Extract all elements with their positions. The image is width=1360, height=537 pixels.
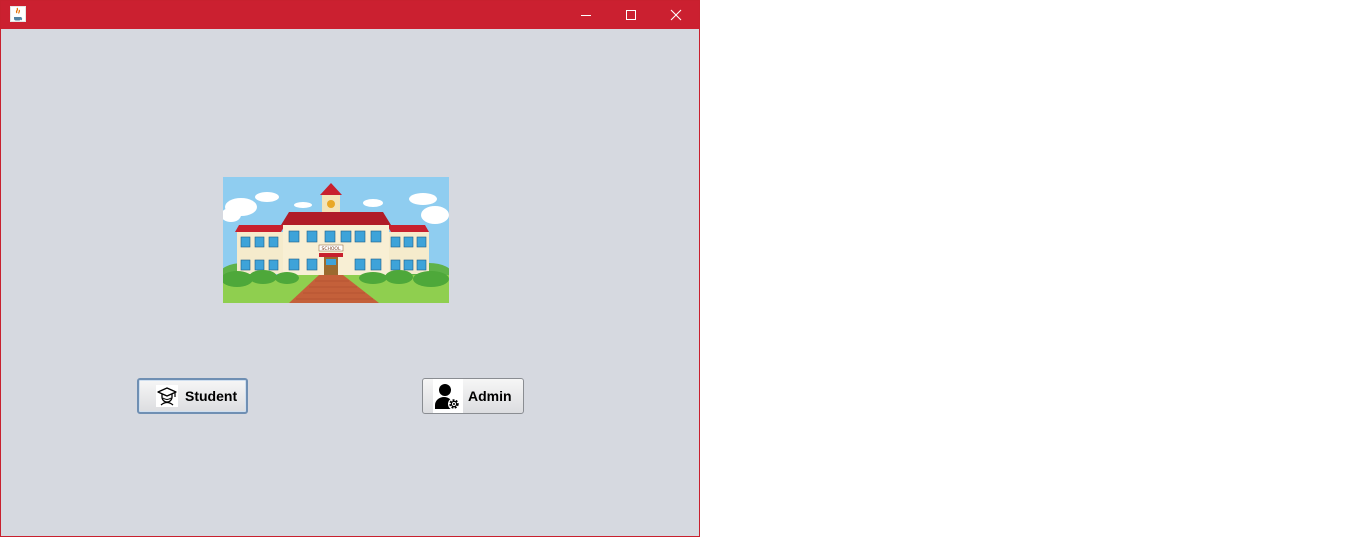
admin-user-gear-icon — [433, 379, 463, 413]
minimize-button[interactable] — [563, 1, 609, 29]
maximize-icon — [626, 10, 636, 20]
student-button[interactable]: Student — [137, 378, 248, 414]
school-sign-text: SCHOOL — [322, 246, 341, 252]
content-panel: SCHOOL Student Admin — [1, 29, 699, 536]
maximize-button[interactable] — [608, 1, 654, 29]
admin-button-label: Admin — [468, 388, 512, 404]
close-button[interactable] — [653, 1, 699, 29]
graduate-icon — [155, 384, 179, 408]
app-window: SCHOOL Student Admin — [0, 0, 700, 537]
close-icon — [670, 9, 682, 21]
minimize-icon — [581, 15, 591, 16]
student-button-label: Student — [185, 388, 238, 404]
java-app-icon — [10, 6, 26, 22]
title-bar[interactable] — [1, 1, 699, 29]
admin-button[interactable]: Admin — [422, 378, 524, 414]
school-building-image: SCHOOL — [223, 177, 449, 303]
